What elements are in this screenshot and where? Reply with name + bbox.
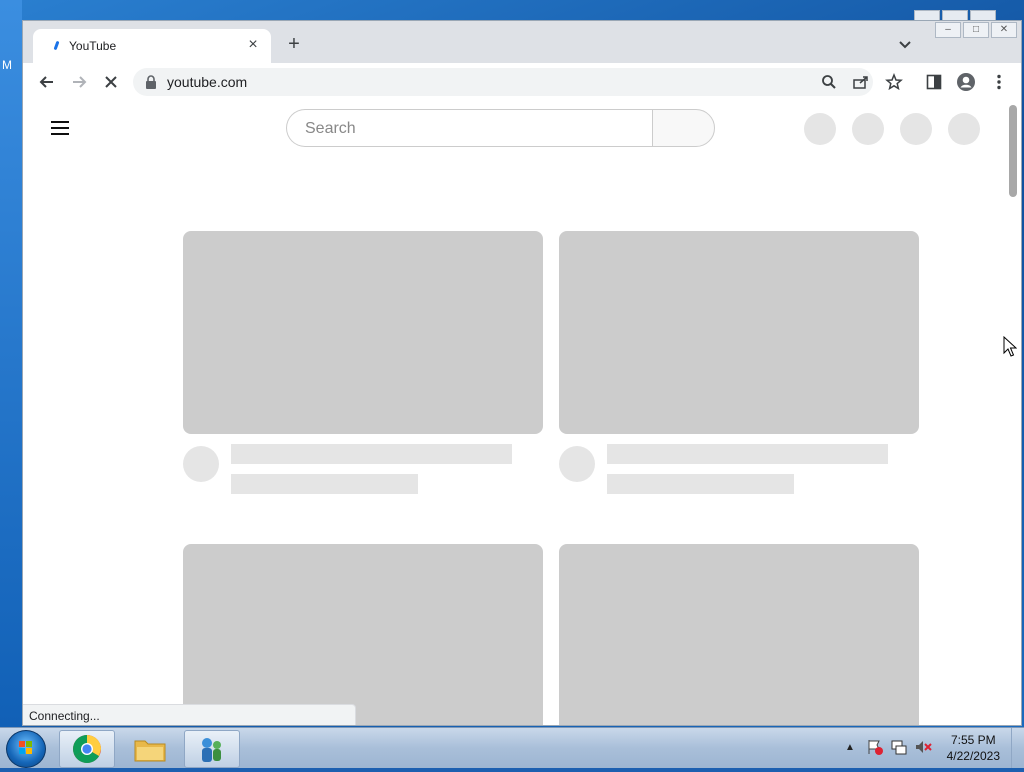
chrome-icon: [73, 735, 101, 763]
guide-menu-button[interactable]: [51, 121, 69, 135]
hamburger-line: [51, 127, 69, 129]
side-panel-icon: [926, 74, 942, 90]
arrow-right-icon: [73, 76, 87, 88]
header-button-placeholder: [948, 113, 980, 145]
share-button[interactable]: [849, 70, 873, 94]
header-button-placeholder: [900, 113, 932, 145]
windows-logo-icon: [19, 741, 32, 754]
mouse-cursor-icon: [1003, 336, 1017, 357]
video-thumbnail-placeholder: [559, 231, 919, 434]
title-placeholder: [231, 444, 512, 464]
profile-button[interactable]: [954, 70, 978, 94]
new-tab-button[interactable]: +: [283, 33, 305, 55]
status-bubble: Connecting...: [23, 704, 356, 725]
show-desktop-button[interactable]: [1011, 728, 1024, 768]
network-users-icon: [202, 738, 221, 762]
minimize-button[interactable]: –: [935, 22, 961, 38]
zoom-search-button[interactable]: [817, 70, 841, 94]
url-text: youtube.com: [167, 74, 248, 90]
stop-loading-button[interactable]: [99, 70, 123, 94]
chevron-down-icon: [899, 41, 911, 49]
taskbar-explorer-button[interactable]: [122, 730, 178, 768]
more-vert-icon: [997, 74, 1001, 90]
meta-placeholder: [231, 474, 418, 494]
tab-strip: YouTube × + – □ ✕: [23, 21, 1021, 63]
header-button-placeholder: [804, 113, 836, 145]
status-text: Connecting...: [29, 709, 100, 723]
search-button[interactable]: [652, 109, 715, 147]
channel-avatar-placeholder: [559, 446, 595, 482]
close-icon: [105, 76, 117, 88]
tab-title: YouTube: [69, 39, 117, 53]
windows-taskbar: ▲ 7:55 PM 4/22/2023: [0, 727, 1024, 768]
file-explorer-icon: [134, 740, 166, 762]
chrome-menu-button[interactable]: [987, 70, 1011, 94]
search-field[interactable]: [286, 109, 652, 147]
volume-muted-icon[interactable]: [914, 738, 932, 756]
page-scrollbar-thumb[interactable]: [1009, 105, 1017, 197]
taskbar-chrome-button[interactable]: [59, 730, 115, 768]
lock-icon: [146, 75, 156, 89]
bookmark-button[interactable]: [882, 70, 906, 94]
star-icon: [885, 73, 903, 91]
close-window-button[interactable]: ✕: [991, 22, 1017, 38]
meta-placeholder: [607, 474, 794, 494]
show-hidden-icons-button[interactable]: ▲: [845, 742, 855, 753]
page-viewport: Connecting...: [23, 101, 1021, 725]
loading-spinner-icon: [53, 40, 60, 51]
forward-button[interactable]: [67, 70, 91, 94]
hamburger-line: [51, 121, 69, 123]
desktop-edge-text: M: [2, 58, 12, 72]
taskbar-app-button[interactable]: [184, 730, 240, 768]
search-input[interactable]: [303, 119, 637, 139]
clock-time: 7:55 PM: [950, 733, 996, 747]
side-panel-button[interactable]: [922, 70, 946, 94]
tab-youtube[interactable]: YouTube ×: [33, 29, 271, 63]
arrow-left-icon: [39, 76, 53, 88]
window-controls: – □ ✕: [935, 22, 1017, 38]
hamburger-line: [51, 133, 69, 135]
profile-avatar-icon: [957, 73, 975, 91]
browser-toolbar: youtube.com: [23, 63, 1021, 102]
start-button[interactable]: [6, 730, 46, 768]
share-icon: [853, 76, 868, 89]
taskbar-clock[interactable]: 7:55 PM 4/22/2023: [947, 732, 1000, 764]
header-button-placeholder: [852, 113, 884, 145]
address-bar[interactable]: youtube.com: [133, 68, 873, 96]
tab-search-dropdown-button[interactable]: [895, 34, 915, 54]
tab-close-button[interactable]: ×: [243, 35, 263, 55]
video-thumbnail-placeholder: [183, 544, 543, 725]
action-center-flag-icon[interactable]: [866, 738, 884, 756]
back-button[interactable]: [35, 70, 59, 94]
clock-date: 4/22/2023: [946, 749, 1000, 763]
search-icon: [822, 75, 836, 89]
video-thumbnail-placeholder: [559, 544, 919, 725]
video-thumbnail-placeholder: [183, 231, 543, 434]
title-placeholder: [607, 444, 888, 464]
maximize-button[interactable]: □: [963, 22, 989, 38]
desktop-background-window: M: [0, 0, 22, 728]
network-icon[interactable]: [890, 738, 908, 756]
chrome-window: YouTube × + – □ ✕ youtube.com Search Con…: [22, 20, 1022, 726]
channel-avatar-placeholder: [183, 446, 219, 482]
